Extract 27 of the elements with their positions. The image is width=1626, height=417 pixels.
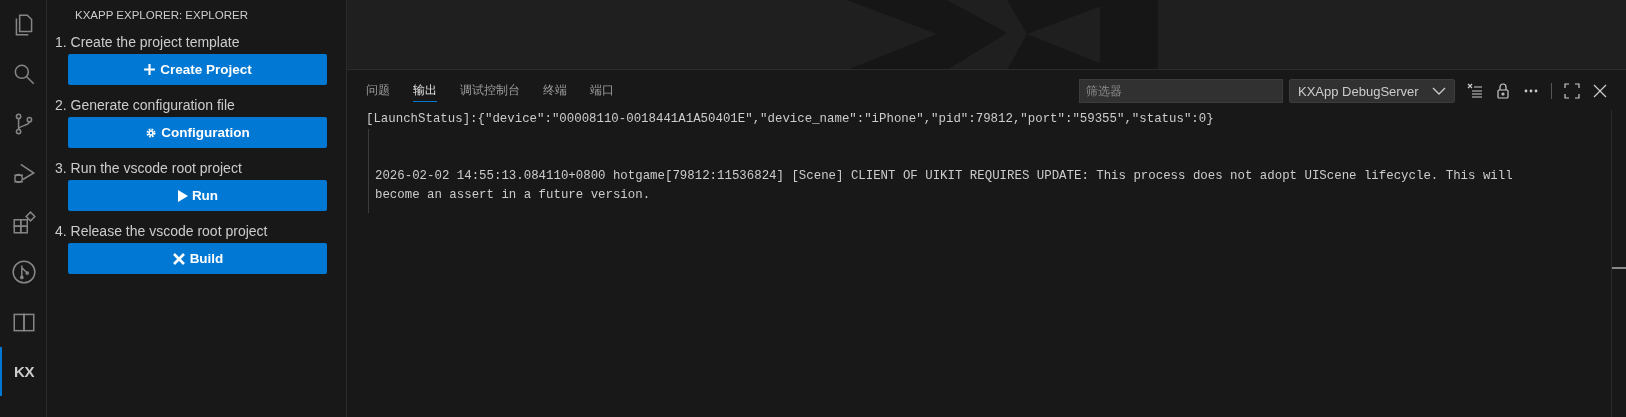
step-label: 3. Run the vscode root project [55, 160, 243, 176]
maximize-icon[interactable] [1564, 83, 1580, 99]
play-icon [176, 189, 188, 202]
panel-tab[interactable]: 端口 [590, 80, 614, 102]
action-button[interactable]: Build [68, 243, 327, 274]
chevron-down-icon [1432, 87, 1446, 95]
action-button[interactable]: Run [68, 180, 327, 211]
step-label: 1. Create the project template [55, 34, 241, 50]
panel-tab[interactable]: 终端 [543, 80, 567, 102]
panel-tab[interactable]: 问题 [366, 80, 390, 102]
step-label: 4. Release the vscode root project [55, 223, 269, 239]
action-button[interactable]: Configuration [68, 117, 327, 148]
close-icon[interactable] [1592, 83, 1608, 99]
filter-field[interactable]: 筛选器 [1079, 79, 1283, 103]
output-line: [LaunchStatus]:{"device":"00008110-0018441A1A50401E","device_name":"iPhone","pid":79812,"port":"59355","status":0} [366, 111, 1215, 128]
channel-dropdown[interactable]: KXApp DebugServer [1289, 79, 1455, 103]
output-line: 2026-02-02 14:55:13.084110+0800 hotgame[79812:11536824] [Scene] CLIENT OF UIKIT REQUIRES UPDATE: This process does not adopt UIScene lifecycle. This will become an assert in a future version. [375, 168, 1514, 204]
panel-tab[interactable]: 输出 [413, 80, 437, 102]
clear-output-icon[interactable] [1467, 83, 1483, 99]
panel-tab[interactable]: 调试控制台 [460, 80, 520, 102]
step-label: 2. Generate configuration file [55, 97, 236, 113]
action-button[interactable]: Create Project [68, 54, 327, 85]
lock-icon[interactable] [1495, 83, 1511, 99]
sidebar-title: KXAPP EXPLORER: EXPLORER [74, 8, 249, 23]
plus-icon [143, 63, 157, 76]
gear-icon [145, 126, 158, 139]
extension-logo[interactable]: KX [0, 346, 46, 396]
